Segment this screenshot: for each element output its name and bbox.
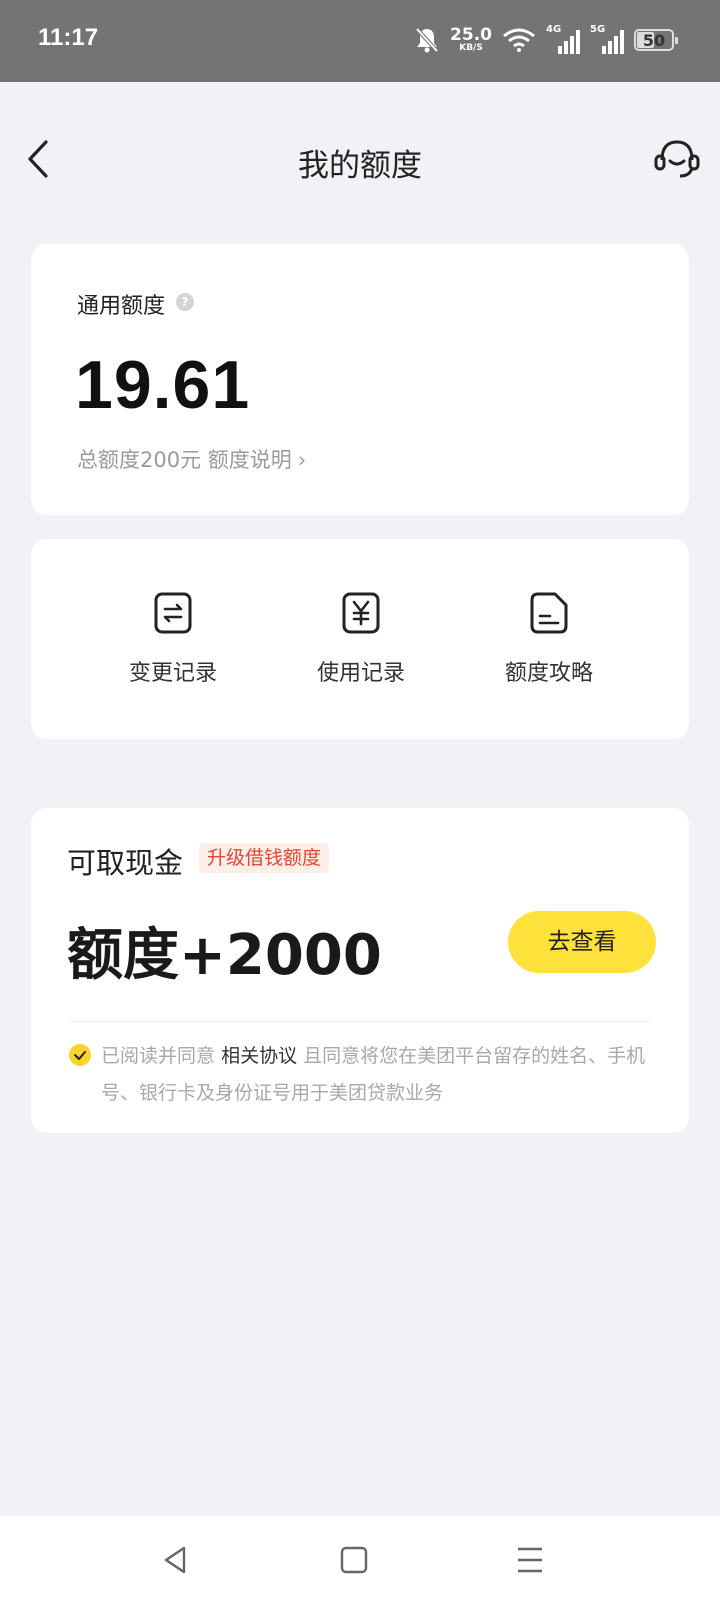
quota-subline: 总额度200元 额度说明 › xyxy=(77,444,306,474)
quota-explain-label: 额度说明 xyxy=(207,448,292,472)
loan-upgrade-badge: 升级借钱额度 xyxy=(199,843,330,873)
agreement-checkbox[interactable] xyxy=(69,1044,91,1066)
chevron-right-icon: › xyxy=(297,448,307,472)
action-quota-guide[interactable]: 额度攻略 xyxy=(469,591,629,687)
signal-5g-icon: 5G xyxy=(590,24,624,54)
nav-menu-button[interactable] xyxy=(510,1542,550,1578)
quota-card: 通用额度 ? 19.61 总额度200元 额度说明 › xyxy=(31,244,689,515)
wifi-icon xyxy=(503,28,535,52)
net-speed-value: 25.0 xyxy=(450,25,492,45)
check-icon xyxy=(74,1051,86,1060)
battery-icon: 50 xyxy=(634,29,678,51)
action-usage-record[interactable]: 使用记录 xyxy=(281,591,441,687)
quota-label: 通用额度 xyxy=(77,294,166,319)
action-label: 使用记录 xyxy=(316,661,405,686)
header: 我的额度 xyxy=(0,120,720,200)
nav-home-icon xyxy=(340,1546,368,1574)
quota-value: 19.61 xyxy=(75,347,251,423)
quota-guide-icon xyxy=(530,592,568,634)
customer-service-button[interactable] xyxy=(652,134,702,184)
agreement-prefix: 已阅读并同意 xyxy=(101,1045,216,1067)
help-icon[interactable]: ? xyxy=(176,293,194,311)
status-time: 11:17 xyxy=(38,24,99,51)
actions-card: 变更记录 使用记录 额度攻略 xyxy=(31,539,689,739)
nav-menu-icon xyxy=(518,1547,542,1573)
status-icons: 25.0 KB/S 4G 5G 50 xyxy=(414,22,678,58)
customer-service-icon xyxy=(654,140,700,178)
signal-4g-icon: 4G xyxy=(546,24,580,54)
net-speed: 25.0 KB/S xyxy=(450,27,492,53)
battery-level: 50 xyxy=(642,30,666,50)
change-record-icon xyxy=(154,592,192,634)
status-bar: 11:17 25.0 KB/S 4G 5G 50 xyxy=(0,0,720,82)
divider xyxy=(69,1021,651,1022)
page-title: 我的额度 xyxy=(298,148,422,184)
system-nav-bar xyxy=(0,1516,720,1604)
nav-back-button[interactable] xyxy=(156,1542,196,1578)
loan-amount: 额度+2000 xyxy=(67,923,382,988)
loan-title: 可取现金 xyxy=(67,846,184,880)
loan-card: 可取现金 升级借钱额度 额度+2000 去查看 已阅读并同意 相关协议 且同意将… xyxy=(31,808,689,1133)
agreement-link[interactable]: 相关协议 xyxy=(221,1045,297,1067)
quota-total: 总额度200元 xyxy=(77,448,202,472)
usage-record-icon xyxy=(342,592,380,634)
nav-home-button[interactable] xyxy=(334,1542,374,1578)
view-button[interactable]: 去查看 xyxy=(508,911,656,973)
net-speed-unit: KB/S xyxy=(459,43,483,53)
bell-muted-icon xyxy=(415,27,439,53)
quota-explain-link[interactable]: 额度说明 › xyxy=(208,448,306,472)
action-label: 额度攻略 xyxy=(504,661,593,686)
action-label: 变更记录 xyxy=(128,661,217,686)
agreement-text: 已阅读并同意 相关协议 且同意将您在美团平台留存的姓名、手机号、银行卡及身份证号… xyxy=(101,1038,661,1112)
nav-back-icon xyxy=(164,1546,186,1574)
action-change-record[interactable]: 变更记录 xyxy=(93,591,253,687)
